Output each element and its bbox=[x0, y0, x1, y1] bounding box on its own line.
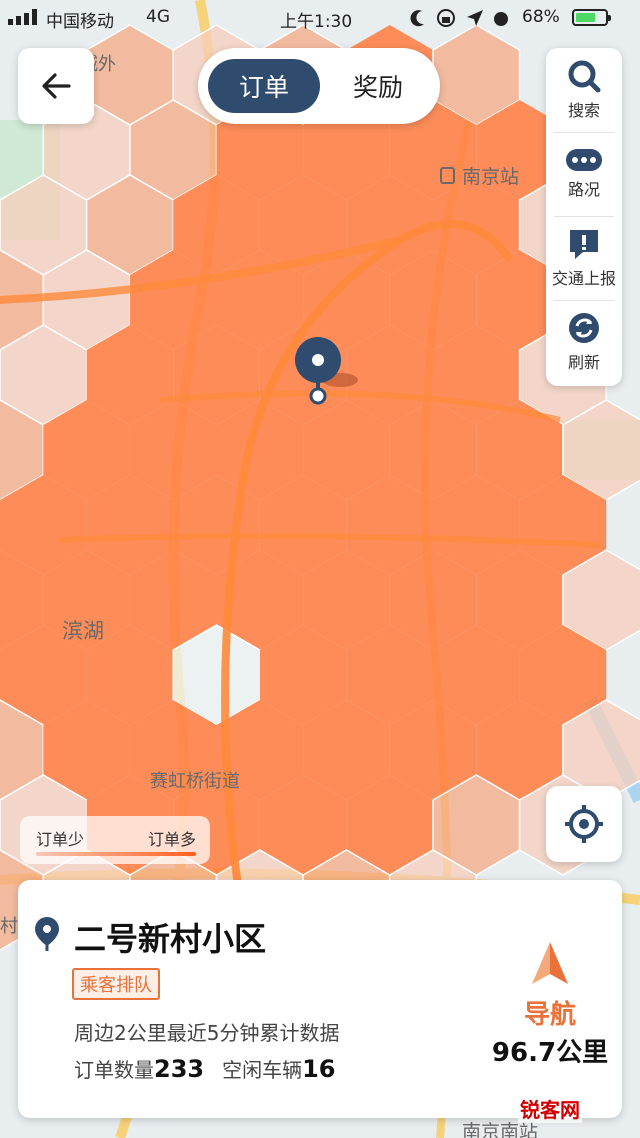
back-arrow-icon bbox=[42, 73, 71, 99]
location-info-card: 二号新村小区 乘客排队 周边2公里最近5分钟累计数据 订单数量233 空闲车辆16… bbox=[18, 880, 622, 1118]
heat-legend: 订单少 订单多 bbox=[20, 816, 210, 864]
location-arrow-icon bbox=[467, 10, 483, 26]
map-label-nanjing-station: 南京站 bbox=[462, 166, 519, 188]
traffic-label: 路况 bbox=[567, 180, 600, 199]
map-label-south-station: 南京南站 bbox=[462, 1121, 538, 1138]
stats-description: 周边2公里最近5分钟累计数据 bbox=[74, 1021, 340, 1045]
legend-low-label: 订单少 bbox=[36, 830, 85, 849]
report-button[interactable]: 交通上报 bbox=[546, 216, 622, 300]
heat-hex-layer bbox=[0, 24, 640, 951]
idle-vehicle-label: 空闲车辆 bbox=[222, 1058, 303, 1082]
legend-gradient-bar bbox=[36, 852, 196, 856]
watermark: 锐客网 bbox=[518, 1094, 582, 1123]
refresh-label: 刷新 bbox=[567, 353, 600, 372]
navigate-button[interactable]: 导航 96.7公里 bbox=[480, 940, 620, 1090]
refresh-button[interactable]: 刷新 bbox=[546, 300, 622, 384]
signal-icon bbox=[8, 9, 37, 25]
alarm-icon bbox=[494, 12, 508, 26]
report-label: 交通上报 bbox=[551, 269, 616, 288]
stats-line: 订单数量233 空闲车辆16 bbox=[74, 1054, 336, 1083]
back-button[interactable] bbox=[18, 48, 94, 124]
refresh-icon bbox=[569, 313, 599, 343]
navigate-distance: 96.7公里 bbox=[491, 1038, 609, 1068]
network-label: 4G bbox=[146, 7, 170, 27]
navigation-arrow-icon bbox=[532, 942, 568, 984]
queue-badge: 乘客排队 bbox=[72, 968, 160, 1000]
order-count: 233 bbox=[154, 1055, 205, 1083]
carrier-label: 中国移动 bbox=[46, 12, 114, 32]
locate-button[interactable] bbox=[546, 786, 622, 862]
traffic-button[interactable]: 路况 bbox=[546, 132, 622, 216]
report-icon bbox=[570, 230, 598, 259]
status-bar: 中国移动 4G 上午1:30 68% bbox=[0, 0, 640, 36]
traffic-icon bbox=[566, 149, 602, 171]
tab-orders[interactable]: 订单 bbox=[208, 59, 320, 113]
map-label-street: 赛虹桥街道 bbox=[150, 771, 240, 792]
search-button[interactable]: 搜索 bbox=[546, 48, 622, 132]
crosshair-icon bbox=[565, 805, 603, 843]
search-icon bbox=[568, 60, 601, 93]
map-label-village: 村 bbox=[0, 916, 18, 937]
battery-percent: 68% bbox=[522, 7, 560, 27]
navigate-label: 导航 bbox=[523, 1000, 576, 1030]
clock: 上午1:30 bbox=[280, 12, 353, 32]
tab-rewards[interactable]: 奖励 bbox=[326, 59, 430, 113]
orientation-lock-icon bbox=[437, 9, 455, 27]
search-label: 搜索 bbox=[567, 101, 600, 120]
top-tab-switcher: 订单 奖励 bbox=[198, 48, 440, 124]
moon-icon bbox=[410, 10, 424, 27]
map-tools-panel: 搜索 路况 交通上报 刷新 bbox=[546, 48, 622, 386]
order-count-label: 订单数量 bbox=[74, 1058, 154, 1082]
battery-icon bbox=[572, 9, 611, 26]
map-label-lake: 滨湖 bbox=[62, 619, 104, 643]
place-title: 二号新村小区 bbox=[74, 920, 267, 958]
place-pin-icon bbox=[35, 917, 59, 951]
idle-vehicle-count: 16 bbox=[302, 1055, 336, 1083]
legend-high-label: 订单多 bbox=[147, 830, 196, 849]
